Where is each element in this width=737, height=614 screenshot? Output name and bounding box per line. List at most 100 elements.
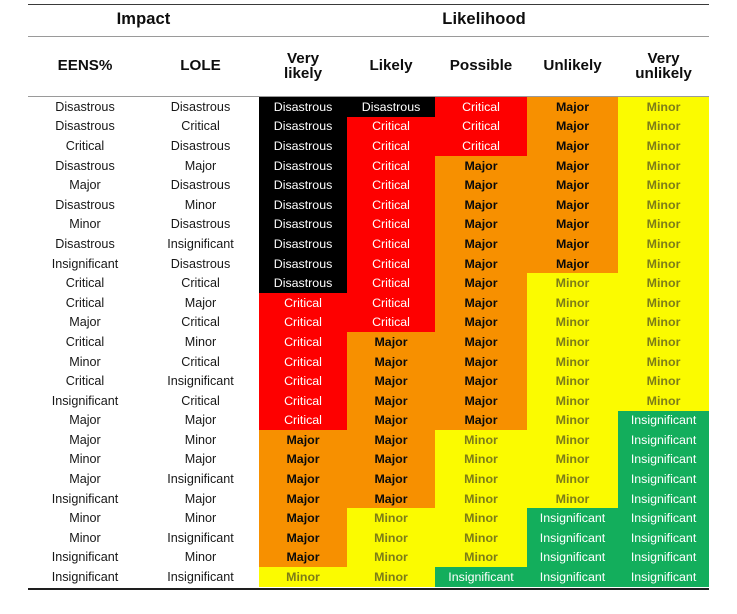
cell-lole: Disastrous [142,175,260,195]
cell-risk: Major [347,390,436,411]
cell-lole: Insignificant [142,469,260,489]
header-col-very-likely: Very likely [259,36,348,97]
cell-risk: Major [347,332,436,352]
cell-risk: Major [527,136,619,156]
cell-risk: Insignificant [618,430,710,450]
cell-risk: Insignificant [618,547,710,568]
cell-eens: Minor [28,528,142,548]
cell-lole: Disastrous [142,214,260,235]
cell-risk: Major [347,430,436,450]
cell-risk: Disastrous [259,175,348,195]
cell-risk: Major [435,351,528,372]
cell-eens: Major [28,430,142,450]
cell-lole: Critical [142,351,260,372]
table-row: Major Minor Major Major Minor Minor Insignific… [28,430,710,450]
cell-risk: Major [259,508,348,529]
cell-eens: Critical [28,136,142,156]
cell-eens: Minor [28,508,142,529]
cell-risk: Minor [347,547,436,568]
cell-risk: Major [527,214,619,235]
header-group-row: Impact Likelihood [28,4,710,37]
cell-eens: Disastrous [28,96,142,117]
cell-risk: Critical [347,273,436,293]
table-row: Critical Major Critical Critical Major Minor M… [28,292,710,313]
cell-risk: Minor [259,567,348,587]
header-group-likelihood: Likelihood [259,4,710,37]
cell-risk: Major [259,430,348,450]
cell-risk: Major [527,194,619,215]
header-column-row: EENS% LOLE Very likely Likely Possible Unlikel… [28,36,710,97]
cell-risk: Major [259,528,348,548]
cell-risk: Major [435,312,528,333]
cell-eens: Major [28,312,142,333]
cell-risk: Insignificant [618,528,710,548]
cell-risk: Minor [435,508,528,529]
cell-eens: Insignificant [28,547,142,568]
cell-lole: Critical [142,312,260,333]
cell-risk: Disastrous [259,273,348,293]
cell-risk: Minor [618,136,710,156]
table-row: Major Disastrous Disastrous Critical Major Ma… [28,175,710,195]
cell-risk: Major [435,194,528,215]
header-group-impact: Impact [28,4,260,37]
cell-risk: Critical [435,116,528,137]
cell-risk: Critical [347,155,436,176]
cell-risk: Major [435,175,528,195]
table-row: Disastrous Critical Disastrous Critical Crit… [28,116,710,137]
cell-risk: Critical [347,312,436,333]
cell-risk: Minor [527,390,619,411]
cell-risk: Disastrous [259,253,348,274]
cell-risk: Major [527,234,619,254]
cell-risk: Minor [435,488,528,509]
header-col-lole: LOLE [142,36,260,97]
cell-risk: Major [259,449,348,470]
header-col-eenspct: EENS% [28,36,142,97]
cell-risk: Major [347,469,436,489]
cell-risk: Major [435,371,528,391]
cell-risk: Insignificant [527,508,619,529]
cell-risk: Disastrous [259,116,348,137]
cell-risk: Critical [347,136,436,156]
table-row: Minor Critical Critical Major Major Minor Mino… [28,351,710,372]
table-row: Minor Insignificant Major Minor Minor Insigni… [28,528,710,548]
cell-risk: Major [435,410,528,431]
cell-risk: Major [347,449,436,470]
cell-eens: Disastrous [28,155,142,176]
cell-risk: Major [527,96,619,117]
cell-risk: Major [435,292,528,313]
cell-risk: Minor [527,292,619,313]
cell-risk: Disastrous [347,96,436,117]
cell-lole: Major [142,410,260,431]
cell-risk: Critical [347,116,436,137]
cell-risk: Major [347,371,436,391]
cell-risk: Minor [618,371,710,391]
table-row: Major Insignificant Major Major Minor Minor In… [28,469,710,489]
table-row: Disastrous Minor Disastrous Critical Major Ma… [28,194,710,215]
table-row: Disastrous Insignificant Disastrous Critica… [28,234,710,254]
cell-risk: Minor [435,528,528,548]
cell-risk: Insignificant [618,567,710,587]
cell-risk: Major [259,547,348,568]
cell-risk: Minor [618,390,710,411]
cell-eens: Disastrous [28,116,142,137]
cell-risk: Critical [259,390,348,411]
cell-lole: Major [142,488,260,509]
cell-lole: Critical [142,390,260,411]
cell-risk: Disastrous [259,214,348,235]
cell-risk: Disastrous [259,234,348,254]
cell-risk: Critical [259,332,348,352]
cell-risk: Major [435,253,528,274]
cell-risk: Major [347,351,436,372]
table-row: Critical Minor Critical Major Major Minor Mino… [28,332,710,352]
cell-risk: Minor [527,332,619,352]
cell-risk: Critical [347,194,436,215]
cell-risk: Minor [527,449,619,470]
cell-risk: Disastrous [259,194,348,215]
cell-risk: Minor [527,273,619,293]
table-row: Disastrous Disastrous Disastrous Disastrous… [28,96,710,117]
cell-lole: Disastrous [142,136,260,156]
cell-risk: Major [527,175,619,195]
cell-risk: Minor [618,234,710,254]
cell-lole: Major [142,292,260,313]
cell-risk: Major [435,390,528,411]
